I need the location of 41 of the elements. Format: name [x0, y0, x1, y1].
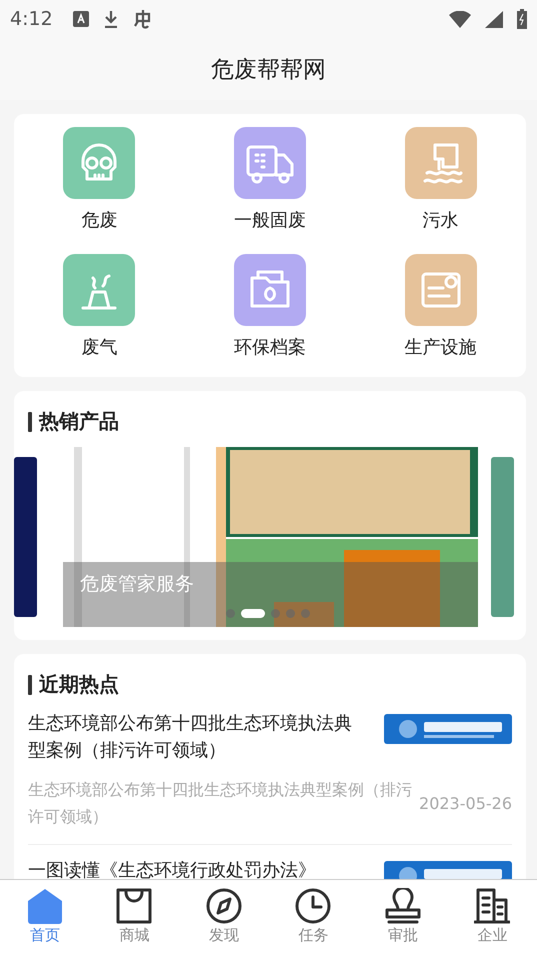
signal-icon [485, 10, 503, 28]
notification-icon [72, 11, 89, 27]
category-tile[interactable] [404, 127, 477, 199]
category-label[interactable]: 环保档案 [234, 335, 306, 359]
tab-item[interactable]: 发现 [194, 880, 254, 956]
section-marker [28, 674, 32, 694]
category-label[interactable]: 生产设施 [404, 335, 477, 359]
category-label[interactable]: 废气 [81, 335, 118, 359]
app-title: 危废帮帮网 [211, 56, 326, 84]
category-tile[interactable] [404, 254, 477, 326]
tab-item[interactable]: 首页 [14, 880, 75, 956]
tab-item[interactable]: 企业 [462, 880, 522, 956]
category-tile[interactable] [63, 254, 136, 326]
category-tile[interactable] [234, 127, 306, 199]
battery-icon [517, 9, 527, 29]
stamp-icon [384, 888, 421, 924]
category-label[interactable]: 一般固废 [234, 208, 306, 232]
bag-icon [116, 888, 152, 924]
tab-item[interactable]: 商城 [104, 880, 164, 956]
status-time: 4:12 [10, 8, 53, 30]
category-tile[interactable] [63, 127, 136, 199]
banner-caption: 危废管家服务 [80, 572, 194, 597]
compass-icon [206, 888, 242, 924]
wifi-icon [449, 10, 471, 28]
section-marker [28, 412, 32, 432]
home-icon [26, 888, 63, 924]
news-date: 2023-05-26 [419, 794, 512, 812]
category-label[interactable]: 污水 [422, 208, 459, 232]
news-title[interactable]: 生态环境部公布第十四批生态环境执法典型案例（排污许可领域） [28, 710, 372, 764]
tab-item[interactable]: 审批 [372, 880, 433, 956]
bug-icon [132, 9, 153, 29]
section-title: 近期热点 [39, 671, 119, 698]
category-tile[interactable] [234, 254, 306, 326]
tab-item[interactable]: 任务 [283, 880, 344, 956]
news-title[interactable]: 一图读懂《生态环境行政处罚办法》 [28, 857, 372, 879]
category-label[interactable]: 危废 [81, 208, 118, 232]
news-summary: 生态环境部公布第十四批生态环境执法典型案例（排污许可领域） [28, 779, 413, 828]
section-title: 热销产品 [39, 408, 119, 435]
clock-icon [295, 888, 332, 924]
building-icon [474, 888, 510, 924]
download-icon [102, 10, 119, 28]
